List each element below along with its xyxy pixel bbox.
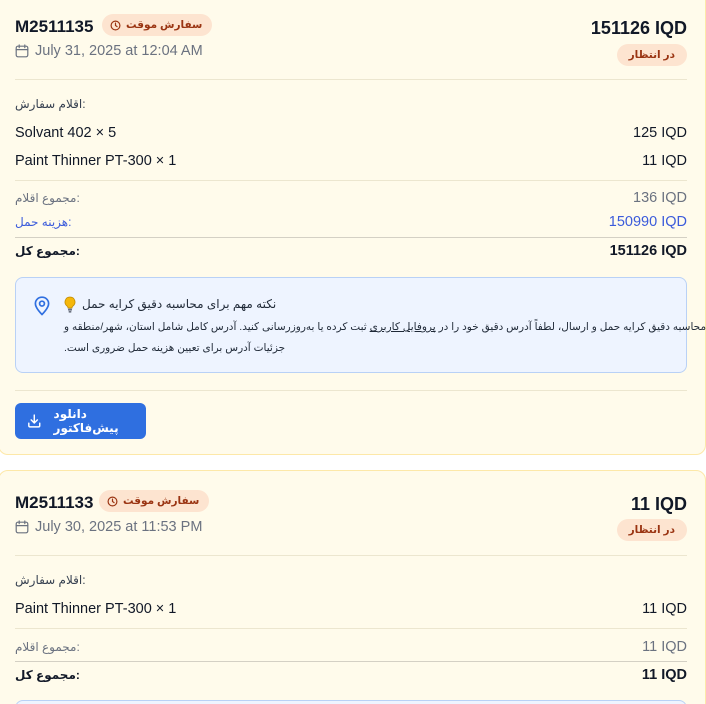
shipping-row: هزینه حمل: 150990 IQD [15,212,687,232]
items-heading-row: اقلام سفارش: [15,570,687,590]
grand-total-label: مجموع کل: [15,244,80,258]
grand-total-row: مجموع کل: 11 IQD [15,665,687,685]
list-item: Paint Thinner PT-300 × 1 11 IQD [15,599,687,619]
divider [15,180,687,181]
grand-total-label: مجموع کل: [15,668,80,682]
items-heading-row: اقلام سفارش: [15,94,687,114]
temp-order-label: سفارش موقت [126,19,203,31]
item-name: Paint Thinner PT-300 × 1 [15,153,177,169]
order-date-text: July 31, 2025 at 12:04 AM [35,43,203,59]
temp-order-badge: سفارش موقت [102,14,213,36]
items-label: اقلام سفارش: [15,573,86,587]
subtotal-label: مجموع اقلام: [15,191,80,205]
item-name: Paint Thinner PT-300 × 1 [15,601,177,617]
grand-total-row: مجموع کل: 151126 IQD [15,241,687,261]
order-id: M2511133 [15,493,94,512]
order-card: M2511133 سفارش موقت July 30, 2025 at 11:… [0,470,706,704]
item-price: 11 IQD [642,153,687,169]
temp-order-badge: سفارش موقت [99,490,210,512]
calendar-icon [15,44,29,58]
order-header: M2511135 سفارش موقت July 31, 2025 at 12:… [15,0,687,71]
profile-link[interactable]: پروفایل کاربری [370,321,436,333]
order-total: 11 IQD [630,494,687,514]
item-price: 125 IQD [633,125,687,141]
subtotal-value: 136 IQD [633,190,687,206]
shipping-notice [15,700,687,704]
download-icon [28,414,41,428]
notice-line-2: جزئیات آدرس برای تعیین هزینه حمل ضروری ا… [64,342,286,354]
notice-title: نکته مهم برای محاسبه دقیق کرایه حمل [82,297,277,311]
status-badge: در انتظار [616,519,687,541]
divider [15,661,687,662]
divider [15,628,687,629]
subtotal-label: مجموع اقلام: [15,640,80,654]
shipping-value: 150990 IQD [608,214,687,230]
order-date: July 30, 2025 at 11:53 PM [15,519,202,535]
order-date: July 31, 2025 at 12:04 AM [15,43,203,59]
notice-text: ثبت کرده یا بەروزرسانی کنید. آدرس کامل ش… [64,321,367,333]
divider [15,237,687,238]
grand-total-value: 151126 IQD [609,243,687,259]
divider [15,79,687,80]
order-date-text: July 30, 2025 at 11:53 PM [35,519,203,535]
subtotal-row: مجموع اقلام: 11 IQD [15,637,687,657]
calendar-icon [15,520,29,534]
lightbulb-icon [64,296,76,313]
temp-order-label: سفارش موقت [123,495,200,507]
list-item: Solvant 402 × 5 125 IQD [15,123,687,143]
clock-icon [107,496,118,506]
grand-total-value: 11 IQD [641,667,687,683]
subtotal-value: 11 IQD [642,639,687,655]
status-badge: در انتظار [616,44,687,66]
subtotal-row: مجموع اقلام: 136 IQD [15,188,687,208]
notice-text: برای محاسبه دقیق کرایه حمل و ارسال، لطفا… [438,321,706,333]
shipping-label: هزینه حمل: [15,215,72,229]
items-label: اقلام سفارش: [15,97,86,111]
item-price: 11 IQD [642,601,687,617]
download-label: دانلود پیش‌فاکتور [53,407,119,435]
item-name: Solvant 402 × 5 [15,125,117,141]
list-item: Paint Thinner PT-300 × 1 11 IQD [15,151,687,171]
clock-icon [110,20,121,30]
order-header: M2511133 سفارش موقت July 30, 2025 at 11:… [15,471,687,551]
location-pin-icon [34,296,50,316]
notice-line-1: برای محاسبه دقیق کرایه حمل و ارسال، لطفا… [64,321,706,333]
download-invoice-button[interactable]: دانلود پیش‌فاکتور [15,403,146,439]
order-total: 151126 IQD [590,18,687,38]
divider [15,555,687,556]
divider [15,390,687,391]
shipping-notice: نکته مهم برای محاسبه دقیق کرایه حمل برای… [15,277,706,373]
order-card: M2511135 سفارش موقت July 31, 2025 at 12:… [0,0,706,455]
order-id: M2511135 [15,17,94,36]
